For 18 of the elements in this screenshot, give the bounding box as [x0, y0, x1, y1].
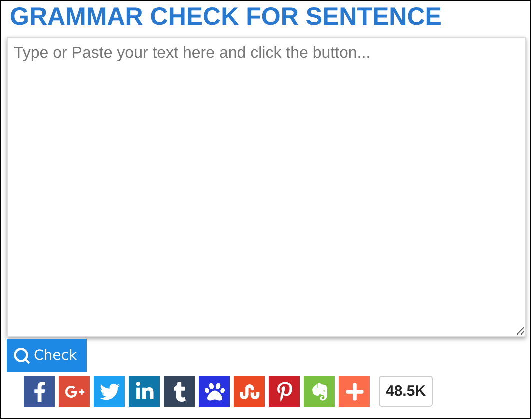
check-button[interactable]: Check: [7, 339, 87, 372]
share-count: 48.5K: [379, 376, 434, 407]
page-title: GRAMMAR CHECK FOR SENTENCE: [9, 3, 443, 31]
share-button[interactable]: [59, 376, 90, 407]
share-button[interactable]: [129, 376, 160, 407]
text-input-field[interactable]: Type or Paste your text here and click the button...: [7, 37, 526, 337]
plus-icon: [344, 382, 364, 402]
pinterest-icon: [274, 382, 294, 402]
paw-icon: [204, 382, 224, 402]
search-icon: [13, 346, 31, 364]
share-button[interactable]: [199, 376, 230, 407]
share-button[interactable]: [164, 376, 195, 407]
stumbleupon-icon: [240, 382, 260, 402]
elephant-icon: [310, 382, 330, 402]
share-button[interactable]: [269, 376, 300, 407]
share-button[interactable]: [24, 376, 55, 407]
linkedin-icon: [134, 382, 154, 402]
bird-icon: [100, 382, 120, 402]
